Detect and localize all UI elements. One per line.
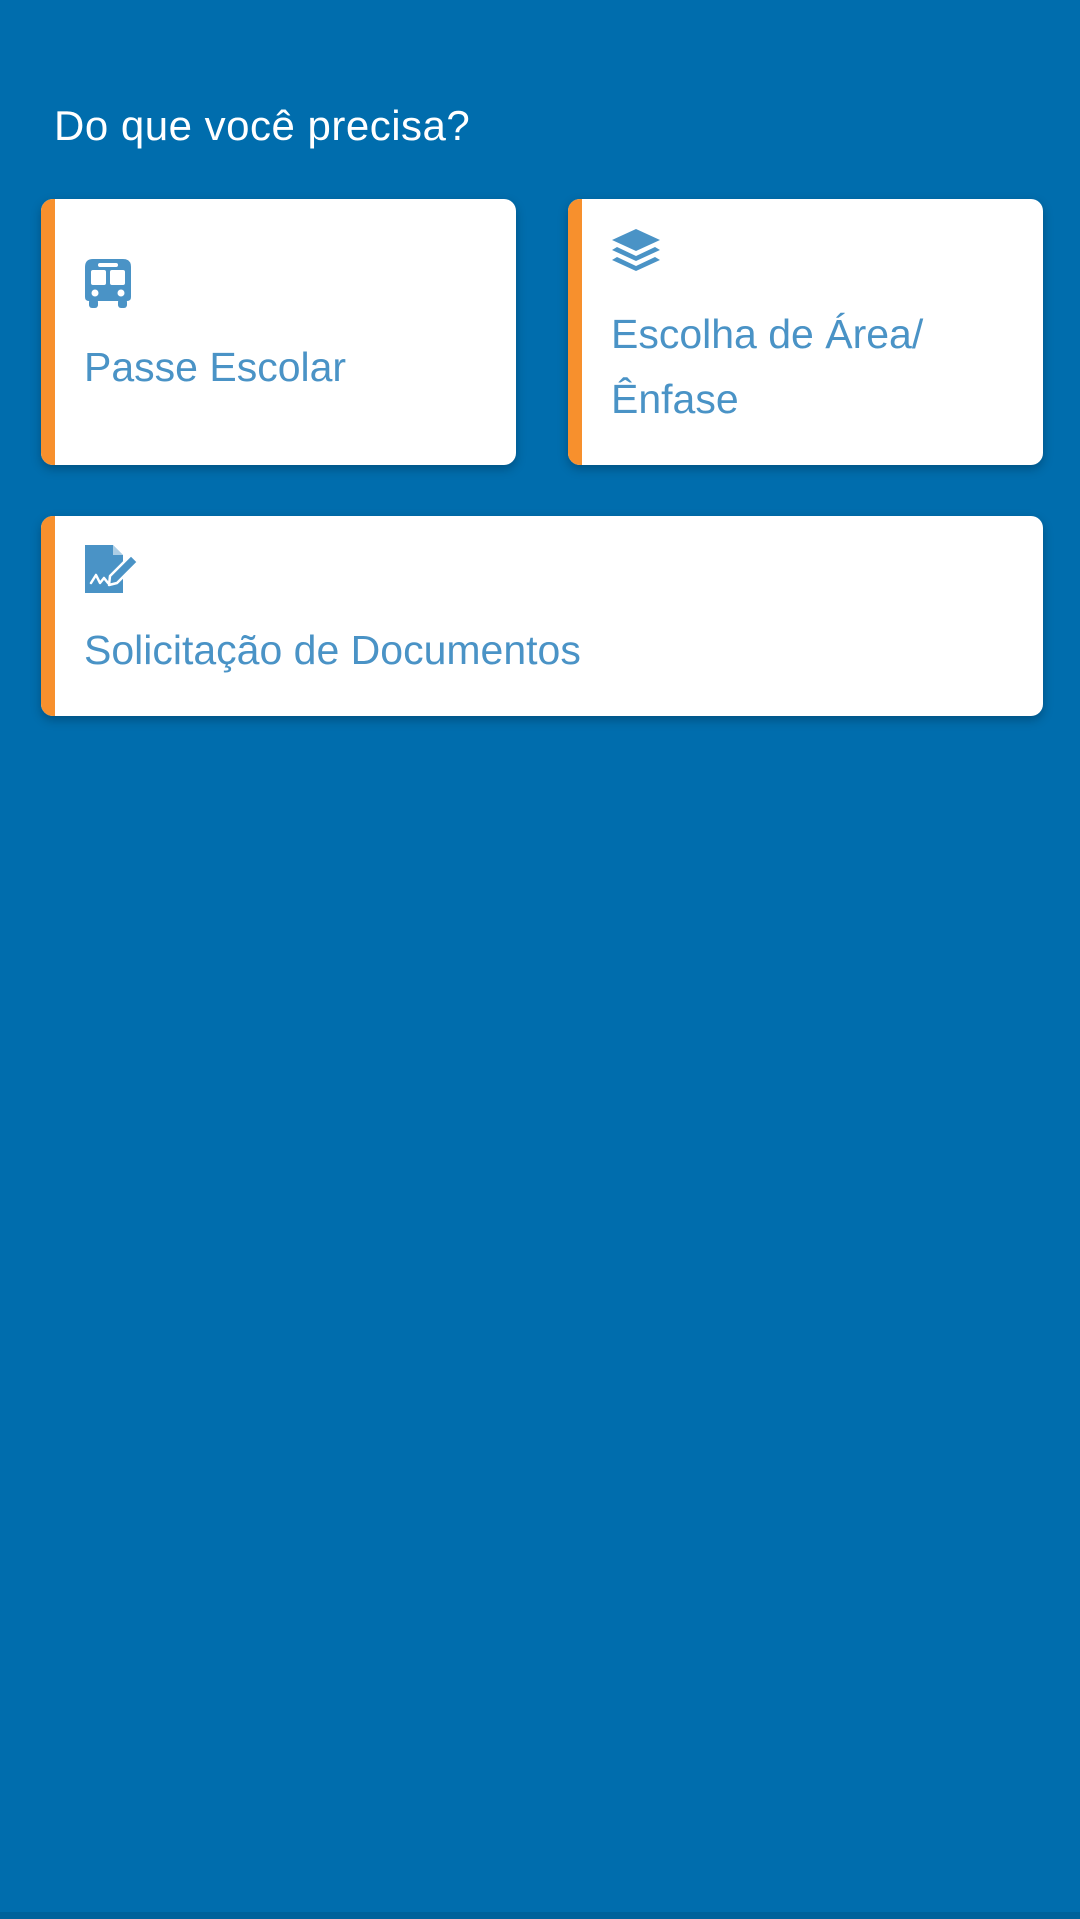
passe-escolar-card[interactable]: Passe Escolar [41,199,516,465]
escolha-de-area-label: Escolha de Área/ Ênfase [611,302,1011,432]
escolha-de-area-label-line1: Escolha de Área/ [611,311,924,357]
document-signature-icon [83,543,141,600]
solicitacao-de-documentos-card[interactable]: Solicitação de Documentos [41,516,1043,716]
passe-escolar-label: Passe Escolar [84,344,347,390]
bus-icon [83,257,133,314]
layers-icon [610,227,662,282]
bottom-edge [0,1912,1080,1919]
escolha-de-area-label-line2: Ênfase [611,376,739,422]
escolha-de-area-card[interactable]: Escolha de Área/ Ênfase [568,199,1043,465]
page-title: Do que você precisa? [54,102,471,149]
solicitacao-de-documentos-label: Solicitação de Documentos [84,627,581,673]
